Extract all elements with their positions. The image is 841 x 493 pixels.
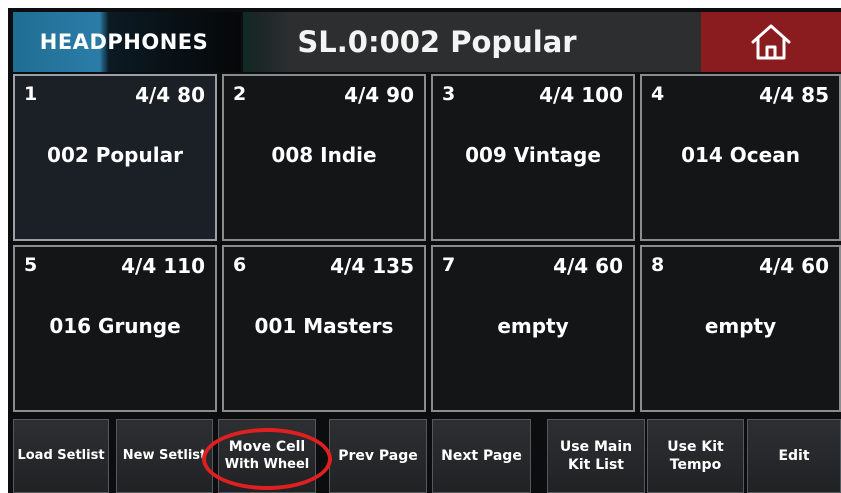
setlist-cell-6[interactable]: 6 4/4 135 001 Masters	[222, 245, 426, 412]
home-icon	[751, 24, 791, 60]
use-main-label-line1: Use Main	[559, 439, 633, 455]
setlist-cell-8[interactable]: 8 4/4 60 empty	[640, 245, 841, 412]
cell-tempo: 4/4 100	[539, 83, 623, 107]
new-setlist-button[interactable]: New Setlist	[116, 419, 213, 493]
setlist-cell-3[interactable]: 3 4/4 100 009 Vintage	[431, 74, 635, 241]
setlist-screen: HEADPHONES SL.0:002 Popular 1 4/4 80 002…	[8, 8, 841, 493]
move-cell-with-wheel-button[interactable]: Move Cell With Wheel	[218, 419, 316, 493]
cell-number: 1	[24, 83, 38, 105]
use-kit-label-line2: Tempo	[669, 457, 722, 473]
new-setlist-label: New Setlist	[122, 448, 207, 463]
page-title: SL.0:002 Popular	[297, 25, 577, 59]
cell-number: 8	[651, 254, 665, 276]
use-main-kit-list-button[interactable]: Use Main Kit List	[547, 419, 645, 493]
cell-kit-name: 014 Ocean	[681, 143, 800, 167]
cell-kit-name: 001 Masters	[254, 314, 394, 338]
cell-kit-name: empty	[704, 314, 777, 338]
cell-tempo: 4/4 110	[121, 254, 205, 278]
use-kit-tempo-button[interactable]: Use Kit Tempo	[647, 419, 744, 493]
edit-button[interactable]: Edit	[747, 419, 841, 493]
cell-tempo: 4/4 85	[759, 83, 829, 107]
cell-tempo: 4/4 80	[135, 83, 205, 107]
prev-page-button[interactable]: Prev Page	[329, 419, 427, 493]
cell-tempo: 4/4 135	[330, 254, 414, 278]
next-page-label: Next Page	[441, 448, 522, 464]
setlist-cell-5[interactable]: 5 4/4 110 016 Grunge	[13, 245, 217, 412]
edit-label: Edit	[778, 448, 810, 464]
cell-number: 3	[442, 83, 456, 105]
cell-number: 2	[233, 83, 247, 105]
home-button[interactable]	[701, 12, 841, 72]
move-cell-label-line1: Move Cell	[228, 439, 306, 455]
load-setlist-label: Load Setlist	[17, 448, 105, 463]
cell-tempo: 4/4 90	[344, 83, 414, 107]
next-page-button[interactable]: Next Page	[432, 419, 531, 493]
use-kit-label-line1: Use Kit	[667, 439, 724, 455]
cell-number: 6	[233, 254, 247, 276]
setlist-cell-4[interactable]: 4 4/4 85 014 Ocean	[640, 74, 841, 241]
cell-number: 7	[442, 254, 456, 276]
load-setlist-button[interactable]: Load Setlist	[13, 419, 109, 493]
cell-kit-name: 008 Indie	[271, 143, 377, 167]
use-main-label-line2: Kit List	[568, 457, 624, 473]
setlist-cell-7[interactable]: 7 4/4 60 empty	[431, 245, 635, 412]
cell-number: 4	[651, 83, 665, 105]
headphones-label: HEADPHONES	[39, 30, 209, 54]
cell-number: 5	[24, 254, 38, 276]
setlist-cell-2[interactable]: 2 4/4 90 008 Indie	[222, 74, 426, 241]
setlist-title-bar: SL.0:002 Popular	[243, 12, 701, 72]
prev-page-label: Prev Page	[338, 448, 418, 464]
cell-kit-name: empty	[497, 314, 569, 338]
move-cell-label-line2: With Wheel	[224, 457, 310, 472]
cell-tempo: 4/4 60	[759, 254, 829, 278]
setlist-cell-1[interactable]: 1 4/4 80 002 Popular	[13, 74, 217, 241]
headphones-button[interactable]: HEADPHONES	[13, 12, 241, 72]
cell-kit-name: 002 Popular	[47, 143, 183, 167]
cell-tempo: 4/4 60	[553, 254, 623, 278]
cell-kit-name: 009 Vintage	[465, 143, 601, 167]
cell-kit-name: 016 Grunge	[49, 314, 181, 338]
